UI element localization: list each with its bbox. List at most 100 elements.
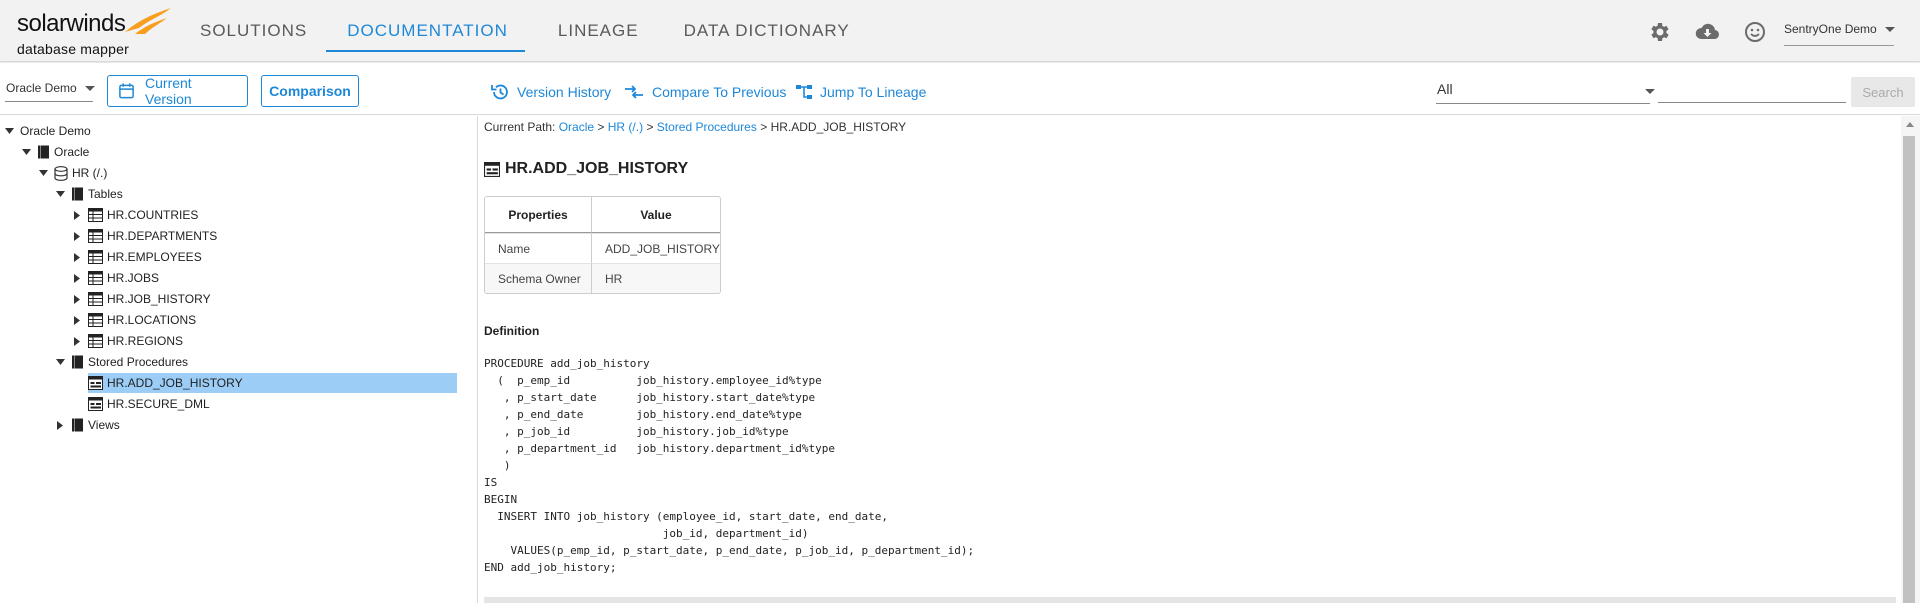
procedure-icon (88, 376, 103, 390)
tree-node-label: HR.JOB_HISTORY (107, 292, 211, 306)
jump-to-lineage-link[interactable]: Jump To Lineage (795, 82, 926, 102)
procedure-icon (88, 397, 103, 411)
tree-node-table[interactable]: HR.LOCATIONS (72, 310, 196, 330)
tree-node-label: HR.JOBS (107, 271, 160, 285)
definition-heading: Definition (484, 324, 540, 338)
tree-node-label: HR.LOCATIONS (107, 313, 197, 327)
breadcrumb: Current Path: Oracle > HR (/.) > Stored … (484, 120, 906, 134)
tree-node-procedure-selected[interactable]: HR.ADD_JOB_HISTORY (88, 373, 457, 393)
column-header: Properties (485, 197, 592, 233)
compare-to-previous-link[interactable]: Compare To Previous (623, 82, 786, 102)
book-icon (71, 418, 84, 432)
caret-down-icon[interactable] (38, 168, 48, 178)
breadcrumb-current: HR.ADD_JOB_HISTORY (770, 120, 907, 134)
current-version-label: Current Version (145, 75, 192, 107)
tree-node-table[interactable]: HR.EMPLOYEES (72, 247, 202, 267)
top-bar: solarwinds database mapper SOLUTIONS DOC… (0, 0, 1920, 62)
definition-code: PROCEDURE add_job_history ( p_emp_id job… (484, 357, 975, 574)
property-value: HR (592, 263, 720, 293)
lineage-icon (796, 85, 812, 99)
table-icon (88, 313, 103, 327)
tree-node-label: HR.REGIONS (107, 334, 184, 348)
horizontal-scrollbar[interactable] (484, 597, 1896, 603)
procedure-icon (484, 161, 500, 177)
breadcrumb-link-schema[interactable]: HR (/.) (608, 120, 643, 134)
caret-right-icon[interactable] (72, 336, 82, 346)
chevron-down-icon (84, 86, 95, 92)
caret-right-icon[interactable] (72, 231, 82, 241)
tree-node-schema[interactable]: HR (/.) (38, 163, 107, 183)
tree-node-root[interactable]: Oracle Demo (4, 121, 91, 141)
breadcrumb-link-stored-procedures[interactable]: Stored Procedures (657, 120, 757, 134)
tree-node-label: HR.SECURE_DML (107, 397, 210, 411)
caret-right-icon[interactable] (72, 273, 82, 283)
filter-select[interactable]: All (1437, 81, 1453, 97)
tree-node-server[interactable]: Oracle (21, 142, 89, 162)
breadcrumb-separator: > (760, 120, 768, 134)
breadcrumb-separator: > (646, 120, 654, 134)
detail-panel: Current Path: Oracle > HR (/.) > Stored … (479, 116, 1901, 603)
comparison-button[interactable]: Comparison (261, 75, 359, 107)
table-icon (88, 271, 103, 285)
property-value: ADD_JOB_HISTORY (592, 233, 720, 263)
tree-node-table[interactable]: HR.DEPARTMENTS (72, 226, 217, 246)
property-name: Name (485, 233, 592, 263)
caret-right-icon[interactable] (55, 420, 65, 430)
vertical-scrollbar[interactable] (1901, 116, 1920, 603)
table-icon (88, 292, 103, 306)
tree-node-tables[interactable]: Tables (55, 184, 123, 204)
search-button[interactable]: Search (1851, 77, 1915, 107)
solarwinds-logo[interactable]: solarwinds database mapper (17, 6, 171, 58)
tree-node-label: Oracle Demo (20, 124, 91, 138)
tree-node-table[interactable]: HR.JOB_HISTORY (72, 289, 211, 309)
tree-node-stored-procedures[interactable]: Stored Procedures (55, 352, 188, 372)
table-header-row: Properties Value (485, 197, 720, 233)
filter-select-underline (1436, 103, 1650, 104)
tree-node-procedure[interactable]: HR.SECURE_DML (88, 394, 210, 414)
caret-right-icon[interactable] (72, 315, 82, 325)
tree-node-table[interactable]: HR.JOBS (72, 268, 159, 288)
cloud-download-icon[interactable] (1694, 20, 1720, 44)
tree-node-table[interactable]: HR.COUNTRIES (72, 205, 198, 225)
page-title-text: HR.ADD_JOB_HISTORY (505, 160, 689, 177)
scrollbar-thumb[interactable] (1903, 136, 1915, 603)
version-history-link[interactable]: Version History (490, 82, 611, 102)
smiley-icon[interactable] (1743, 20, 1767, 44)
database-select[interactable]: Oracle Demo (6, 81, 95, 95)
database-select-value: Oracle Demo (6, 81, 77, 95)
caret-right-icon[interactable] (72, 294, 82, 304)
search-input[interactable] (1658, 79, 1846, 103)
gear-icon[interactable] (1648, 20, 1672, 44)
tree-node-table[interactable]: HR.REGIONS (72, 331, 183, 351)
table-icon (88, 208, 103, 222)
breadcrumb-link-oracle[interactable]: Oracle (559, 120, 594, 134)
caret-right-icon[interactable] (72, 210, 82, 220)
tree-node-label: Stored Procedures (88, 355, 189, 369)
caret-down-icon[interactable] (55, 357, 65, 367)
current-version-button[interactable]: Current Version (107, 75, 248, 107)
comparison-label: Comparison (269, 83, 351, 99)
tree-node-views[interactable]: Views (55, 415, 120, 435)
nav-solutions[interactable]: SOLUTIONS (200, 0, 307, 62)
table-icon (88, 334, 103, 348)
logo-flame-icon (125, 8, 171, 34)
book-icon (71, 187, 84, 201)
page-title: HR.ADD_JOB_HISTORY (484, 160, 688, 178)
caret-right-icon[interactable] (72, 252, 82, 262)
book-icon (71, 355, 84, 369)
chevron-down-icon[interactable] (1645, 89, 1655, 94)
caret-down-icon[interactable] (4, 126, 14, 136)
scroll-up-arrow-icon[interactable] (1906, 122, 1914, 127)
tree-node-label: HR.EMPLOYEES (107, 250, 202, 264)
database-icon (54, 165, 68, 181)
tree-node-label: HR (/.) (72, 166, 108, 180)
user-menu[interactable]: SentryOne Demo (1784, 22, 1895, 36)
caret-down-icon[interactable] (55, 189, 65, 199)
nav-documentation[interactable]: DOCUMENTATION (326, 0, 525, 62)
tree-node-label: HR.COUNTRIES (107, 208, 199, 222)
nav-data-dictionary[interactable]: DATA DICTIONARY (684, 0, 850, 62)
tree-node-label: Tables (88, 187, 123, 201)
nav-lineage[interactable]: LINEAGE (558, 0, 639, 62)
caret-down-icon[interactable] (21, 147, 31, 157)
object-tree: Oracle Demo Oracle HR (/.) Tables HR.COU… (0, 116, 478, 603)
